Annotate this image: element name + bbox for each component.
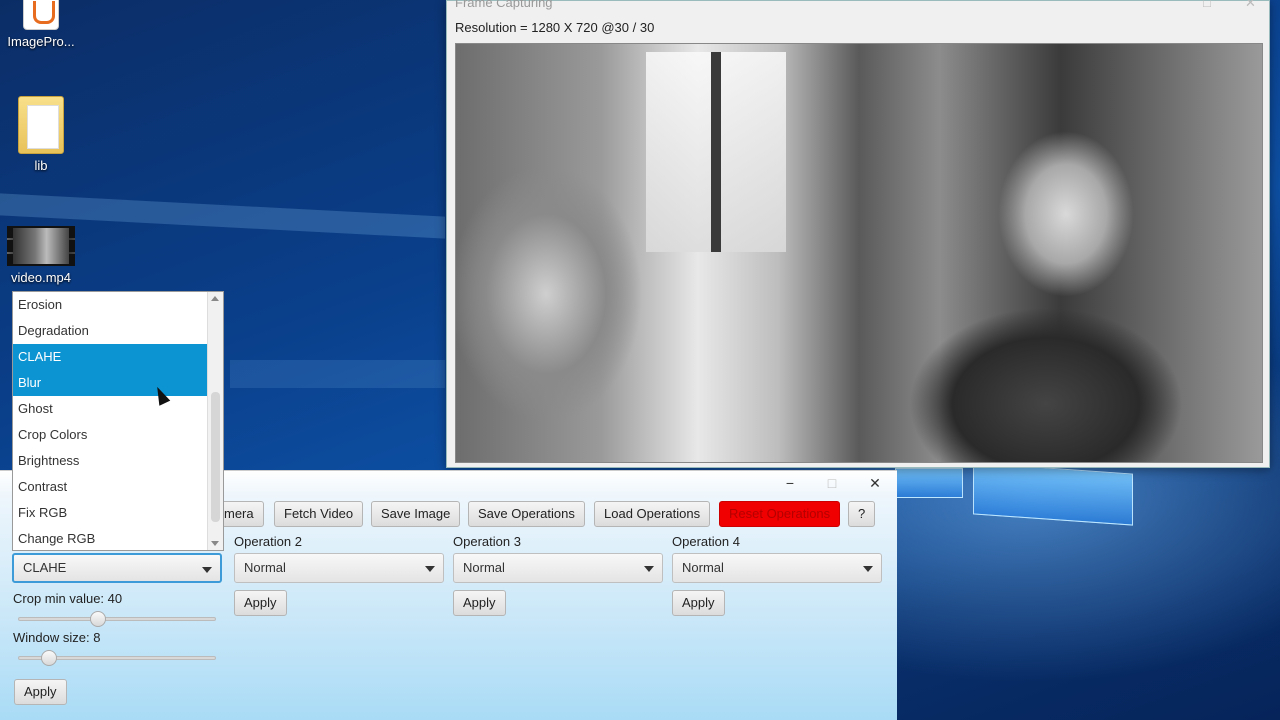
- operation2-apply-button[interactable]: Apply: [234, 590, 287, 616]
- dropdown-item[interactable]: Ghost: [13, 396, 207, 422]
- chevron-down-icon: [425, 566, 435, 572]
- window-size-slider-thumb[interactable]: [41, 650, 57, 666]
- desktop-icon-imagepro[interactable]: ImagePro...: [2, 0, 80, 49]
- close-button[interactable]: ✕: [865, 475, 885, 492]
- minimize-button[interactable]: −: [780, 475, 800, 491]
- folder-icon: [18, 96, 64, 154]
- save-operations-button[interactable]: Save Operations: [468, 501, 585, 527]
- operation2-select[interactable]: Normal: [234, 553, 444, 583]
- dropdown-item[interactable]: Crop Colors: [13, 422, 207, 448]
- operation3-select[interactable]: Normal: [453, 553, 663, 583]
- operation3-selected-value: Normal: [463, 560, 505, 575]
- scroll-up-icon[interactable]: [211, 296, 219, 301]
- scrollbar-thumb[interactable]: [211, 392, 220, 522]
- desktop-icon-video[interactable]: video.mp4: [2, 226, 80, 285]
- fetch-video-button[interactable]: Fetch Video: [274, 501, 364, 527]
- save-image-button[interactable]: Save Image: [371, 501, 461, 527]
- chevron-down-icon: [202, 567, 212, 573]
- desktop-icon-label: video.mp4: [11, 270, 71, 285]
- desktop-icon-lib[interactable]: lib: [2, 96, 80, 173]
- load-operations-button[interactable]: Load Operations: [594, 501, 711, 527]
- chevron-down-icon: [863, 566, 873, 572]
- crop-min-slider-thumb[interactable]: [90, 611, 106, 627]
- maximize-icon[interactable]: □: [1203, 0, 1211, 10]
- crop-min-slider[interactable]: [18, 617, 216, 621]
- video-file-icon: [7, 226, 75, 266]
- dropdown-item[interactable]: Blur: [13, 370, 207, 396]
- resolution-text: Resolution = 1280 X 720 @30 / 30: [455, 20, 655, 35]
- operation1-selected-value: CLAHE: [23, 560, 67, 575]
- desktop-icon-label: lib: [34, 158, 48, 173]
- operation4-select[interactable]: Normal: [672, 553, 882, 583]
- operation2-label: Operation 2: [234, 534, 302, 549]
- video-preview: [455, 43, 1263, 463]
- operation2-selected-value: Normal: [244, 560, 286, 575]
- operation3-label: Operation 3: [453, 534, 521, 549]
- desktop-icon-label: ImagePro...: [7, 34, 75, 49]
- chevron-down-icon: [644, 566, 654, 572]
- dropdown-item[interactable]: CLAHE: [13, 344, 207, 370]
- operation1-apply-button[interactable]: Apply: [14, 679, 67, 705]
- dropdown-item[interactable]: Change RGB: [13, 526, 207, 550]
- java-app-icon: [23, 0, 59, 30]
- operation1-dropdown-list[interactable]: Erosion Degradation CLAHE Blur Ghost Cro…: [12, 291, 224, 551]
- dropdown-item[interactable]: Fix RGB: [13, 500, 207, 526]
- dropdown-item[interactable]: Brightness: [13, 448, 207, 474]
- dropdown-item[interactable]: Erosion: [13, 292, 207, 318]
- desktop-light-beam: [230, 360, 445, 388]
- operation4-apply-button[interactable]: Apply: [672, 590, 725, 616]
- video-background-mullion: [711, 52, 721, 252]
- help-button[interactable]: ?: [848, 501, 876, 527]
- scroll-down-icon[interactable]: [211, 541, 219, 546]
- dropdown-item[interactable]: Degradation: [13, 318, 207, 344]
- reset-operations-button[interactable]: Reset Operations: [719, 501, 841, 527]
- window-size-label: Window size: 8: [13, 630, 101, 645]
- window-title: Frame Capturing: [455, 0, 553, 10]
- close-icon[interactable]: ✕: [1245, 0, 1256, 11]
- crop-min-label: Crop min value: 40: [13, 591, 123, 606]
- dropdown-scrollbar[interactable]: [207, 292, 223, 550]
- dropdown-item[interactable]: Contrast: [13, 474, 207, 500]
- operation1-select[interactable]: CLAHE: [12, 553, 222, 583]
- operation4-selected-value: Normal: [682, 560, 724, 575]
- maximize-button[interactable]: □: [822, 475, 842, 491]
- operation4-label: Operation 4: [672, 534, 740, 549]
- windows-logo: [895, 462, 1155, 588]
- operation3-apply-button[interactable]: Apply: [453, 590, 506, 616]
- frame-capturing-window: Frame Capturing □ ✕ Resolution = 1280 X …: [446, 0, 1270, 468]
